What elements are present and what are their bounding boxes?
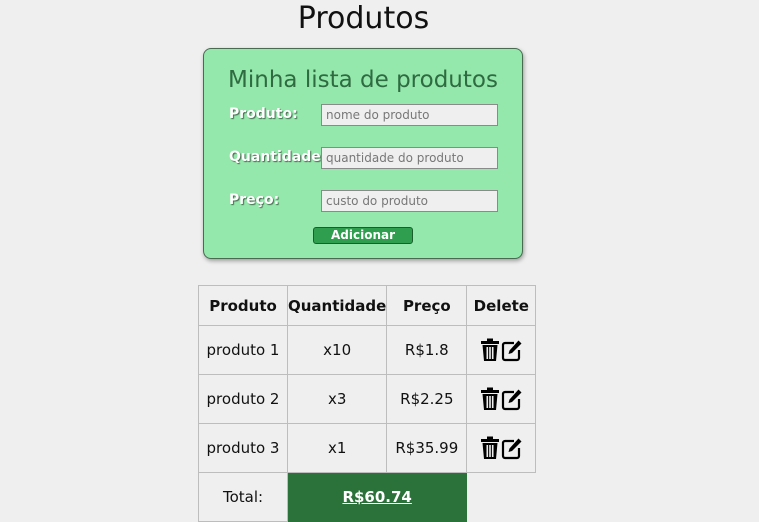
total-row: Total: R$60.74 xyxy=(198,472,536,522)
product-name-cell: produto 3 xyxy=(198,423,288,473)
edit-icon[interactable] xyxy=(501,436,523,460)
add-button[interactable]: Adicionar xyxy=(313,227,413,244)
page-title: Produtos xyxy=(297,1,430,36)
product-form: Minha lista de produtos Produto: Quantid… xyxy=(203,48,523,259)
actions-cell xyxy=(466,423,537,473)
product-name-input[interactable] xyxy=(321,104,498,126)
product-price-cell: R$1.8 xyxy=(386,325,468,375)
product-name-cell: produto 1 xyxy=(198,325,288,375)
header-preco: Preço xyxy=(386,285,468,326)
edit-icon[interactable] xyxy=(501,338,523,362)
header-quantidade: Quantidade xyxy=(286,285,388,326)
trash-icon[interactable] xyxy=(479,338,501,362)
table-row: produto 3 x1 R$35.99 xyxy=(198,423,537,473)
header-produto: Produto xyxy=(198,285,288,326)
trash-icon[interactable] xyxy=(479,387,501,411)
price-label: Preço: xyxy=(229,192,280,208)
table-row: produto 2 x3 R$2.25 xyxy=(198,374,537,424)
table-header-row: Produto Quantidade Preço Delete xyxy=(198,285,537,326)
product-label: Produto: xyxy=(229,106,298,122)
quantity-input[interactable] xyxy=(321,147,498,169)
price-input[interactable] xyxy=(321,190,498,212)
product-qty-cell: x3 xyxy=(286,374,388,424)
table-row: produto 1 x10 R$1.8 xyxy=(198,325,537,375)
total-value: R$60.74 xyxy=(286,472,468,522)
product-price-cell: R$35.99 xyxy=(386,423,468,473)
edit-icon[interactable] xyxy=(501,387,523,411)
products-table: Produto Quantidade Preço Delete produto … xyxy=(198,285,537,522)
actions-cell xyxy=(466,374,537,424)
product-qty-cell: x10 xyxy=(286,325,388,375)
actions-cell xyxy=(466,325,537,375)
quantity-label: Quantidade: xyxy=(229,149,327,165)
total-label: Total: xyxy=(198,472,288,522)
form-title: Minha lista de produtos xyxy=(228,67,498,93)
product-name-cell: produto 2 xyxy=(198,374,288,424)
product-price-cell: R$2.25 xyxy=(386,374,468,424)
product-qty-cell: x1 xyxy=(286,423,388,473)
header-delete: Delete xyxy=(466,285,537,326)
trash-icon[interactable] xyxy=(479,436,501,460)
